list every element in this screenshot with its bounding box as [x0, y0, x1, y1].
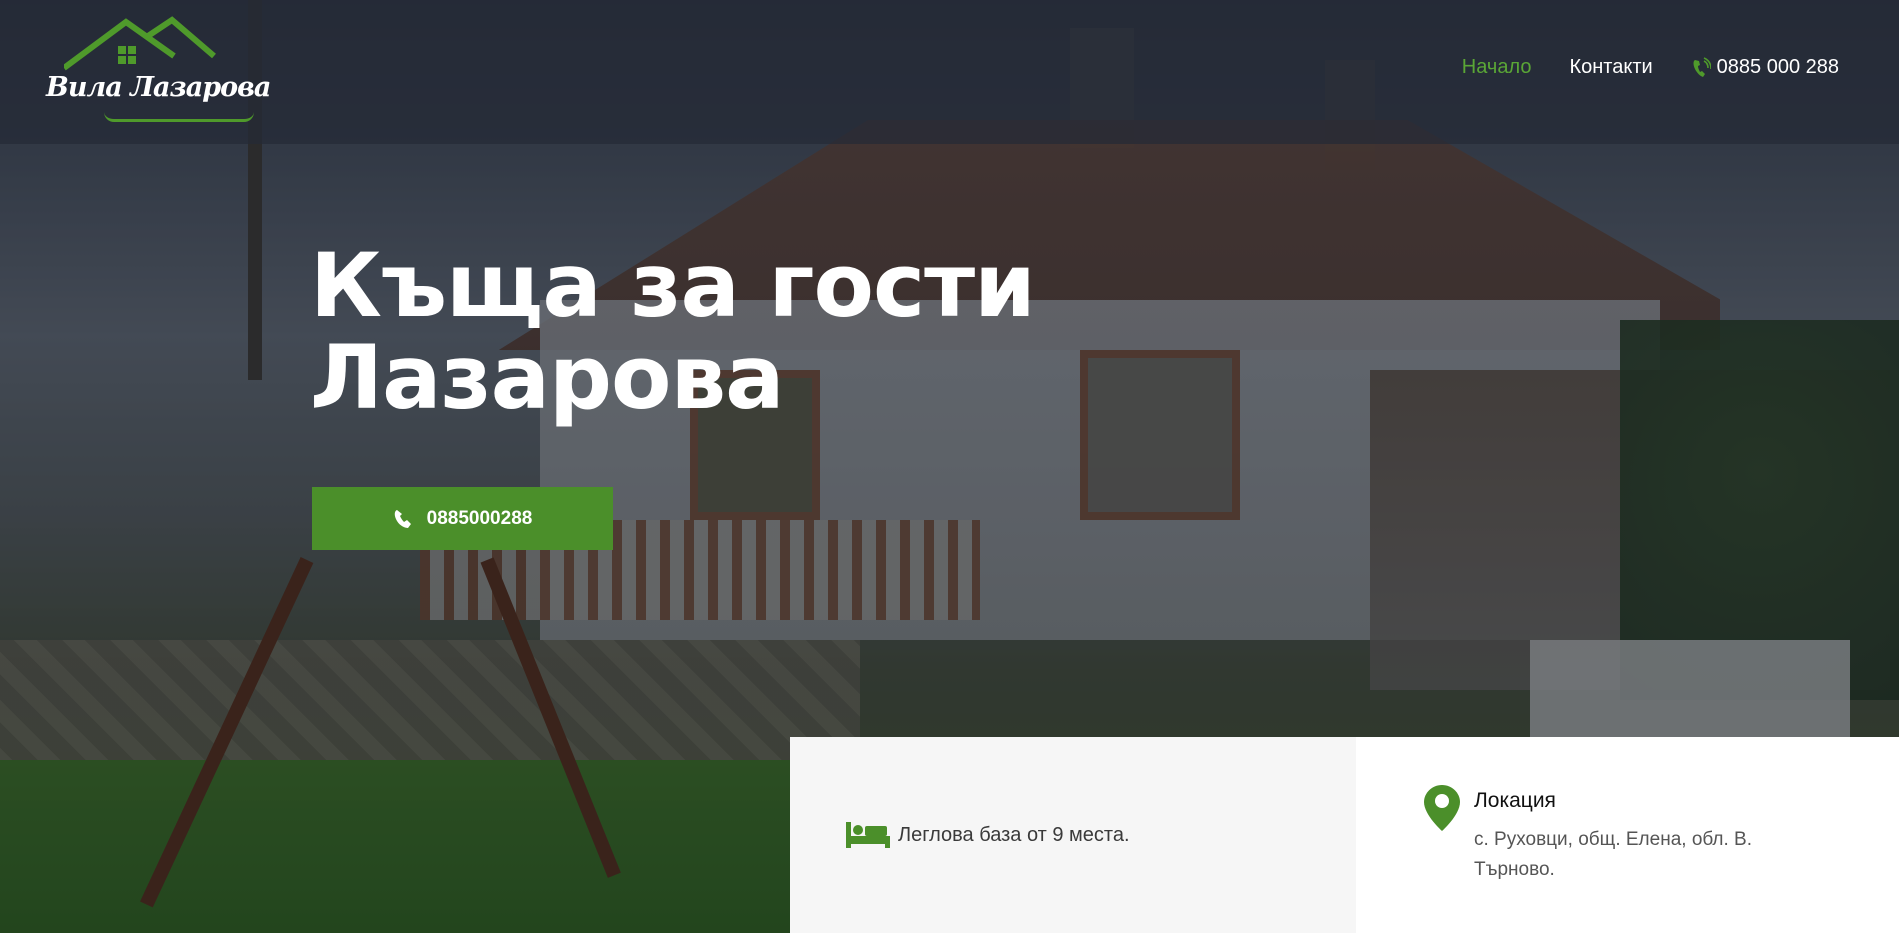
site-logo[interactable]: Вила Лазарова	[44, 16, 271, 124]
logo-swoosh	[104, 112, 254, 122]
main-nav: Начало Контакти 0885 000 288	[1462, 56, 1839, 79]
logo-text: Вила Лазарова	[46, 72, 271, 103]
site-header: Вила Лазарова Начало Контакти 0885 000 2…	[0, 0, 1899, 144]
nav-item-contacts[interactable]: Контакти	[1569, 56, 1652, 79]
house-roof-icon	[64, 16, 216, 71]
bed-icon	[846, 822, 890, 848]
capacity-text: Леглова база от 9 места.	[898, 823, 1130, 846]
hero-title: Къща за гости Лазарова	[310, 234, 1036, 429]
call-button[interactable]: 0885000288	[312, 487, 613, 550]
nav-item-home[interactable]: Начало	[1462, 56, 1532, 79]
location-title: Локация	[1474, 789, 1556, 812]
location-panel: Локация с. Руховци, общ. Елена, обл. В. …	[1356, 737, 1899, 933]
phone-icon	[394, 509, 411, 528]
phone-ringing-icon	[1693, 56, 1711, 77]
call-button-label: 0885000288	[426, 507, 533, 529]
capacity-panel: Леглова база от 9 места.	[790, 737, 1356, 933]
nav-phone-link[interactable]: 0885 000 288	[1691, 56, 1839, 79]
nav-phone-number: 0885 000 288	[1716, 56, 1839, 78]
map-pin-icon	[1424, 785, 1460, 831]
location-address: с. Руховци, общ. Елена, обл. В. Търново.	[1474, 829, 1753, 880]
